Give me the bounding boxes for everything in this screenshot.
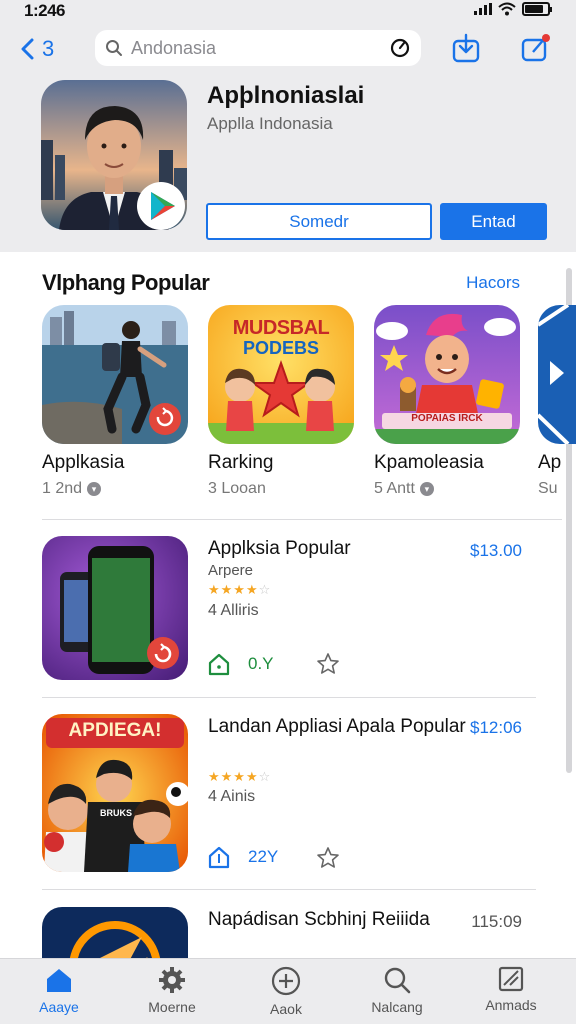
card-thumbnail (42, 305, 188, 444)
divider (42, 519, 562, 520)
card-banner-top: MUDSBAL (232, 317, 330, 339)
card-meta: Su (538, 480, 576, 498)
tab-label: Anmads (485, 997, 537, 1013)
popular-card[interactable]: MUDSBAL PODEBS Rarking 3 Looan (208, 305, 354, 498)
divider (42, 889, 536, 890)
card-meta-text: 5 Antt (374, 480, 415, 497)
voice-search-icon[interactable] (389, 37, 411, 59)
rating-count: 4 Alliris (208, 602, 259, 619)
shirt-text: BRUKS (99, 808, 132, 818)
tab-add[interactable]: Aaok (236, 965, 336, 1017)
card-meta: 3 Looan (208, 480, 354, 498)
info-icon: ▾ (87, 482, 102, 496)
tab-bar: Aaaye Moerne Aaok Nalcang Anmads (0, 958, 576, 1024)
rating-count: 4 Ainis (208, 788, 256, 805)
list-item-developer: Arpere (208, 562, 254, 579)
tab-label: Aaaye (39, 999, 79, 1015)
card-meta-text: 1 2nd (42, 480, 83, 497)
game-image (42, 907, 188, 958)
list-item-time: 115:09 (471, 912, 522, 931)
tab-label: Moerne (148, 999, 196, 1015)
edit-icon[interactable] (519, 32, 551, 64)
card-banner: POPAIAS IRCK (411, 413, 483, 424)
app-title: Apþlnoniaslai (207, 82, 365, 109)
card-name: Rarking (208, 452, 274, 473)
card-meta-text: 3 Looan (208, 480, 266, 497)
star-outline-icon[interactable] (316, 652, 340, 676)
list-item[interactable]: Applksia Popular Arpere ★★★★☆ 4 Alliris … (42, 536, 542, 686)
house-icon (208, 653, 230, 676)
app-icon[interactable] (41, 80, 187, 230)
plus-circle-icon (271, 966, 301, 996)
list-item-title: Applksia Popular (208, 538, 351, 559)
list-item-title: Landan Appliasi Apala Popular (208, 716, 466, 737)
signal-icon (474, 3, 492, 15)
tab-search[interactable]: Nalcang (347, 965, 447, 1015)
app-header: 3 Andonasia Apþlnoniaslai Applla Indonas… (0, 22, 576, 252)
section-see-all-link[interactable]: Hacors (466, 273, 520, 293)
star-outline-icon[interactable] (316, 846, 340, 870)
size-info: 22Y (208, 845, 278, 869)
star-rating: ★★★★☆ (208, 769, 272, 784)
card-thumbnail: POPAIAS IRCK (374, 305, 520, 444)
popular-card[interactable]: POPAIAS IRCK Kpamoleasia 5 Antt ▾ (374, 305, 520, 498)
size-text: 22Y (248, 847, 279, 866)
wifi-icon (498, 2, 516, 16)
list-item-thumbnail: APDIEGA! BRUKS (42, 714, 188, 872)
card-name: Kpamoleasia (374, 452, 484, 473)
search-bar[interactable]: Andonasia (95, 30, 421, 66)
popular-card[interactable]: Ap Su (538, 305, 576, 498)
card-thumbnail: MUDSBAL PODEBS (208, 305, 354, 444)
tab-label: Nalcang (371, 999, 423, 1015)
download-icon[interactable] (450, 32, 482, 64)
secondary-button[interactable]: Somedr (206, 203, 432, 240)
section-title: Vlphang Popular (42, 270, 210, 295)
status-icons (474, 2, 552, 16)
list-item[interactable]: APDIEGA! BRUKS Landan Appliasi Apala Pop… (42, 714, 542, 874)
card-meta-text: Su (538, 480, 558, 497)
card-banner-bottom: PODEBS (242, 338, 320, 358)
gear-icon (159, 967, 185, 993)
search-placeholder: Andonasia (131, 37, 217, 58)
card-meta: 5 Antt ▾ (374, 480, 520, 498)
list-item-title: Napádisan Scbhinj Reiiida (208, 909, 430, 930)
chevron-left-icon (21, 38, 34, 60)
refresh-badge-icon (147, 637, 179, 669)
battery-icon (522, 2, 552, 16)
card-image-play (538, 305, 570, 444)
house-icon (208, 846, 230, 869)
size-text: 0.Y (248, 654, 274, 673)
card-meta: 1 2nd ▾ (42, 480, 188, 498)
card-name: Ap (538, 452, 562, 473)
search-icon (384, 967, 411, 994)
divider (42, 697, 536, 698)
popular-card[interactable]: Applkasia 1 2nd ▾ (42, 305, 188, 498)
image-box-icon (498, 966, 524, 992)
info-icon: ▾ (419, 482, 434, 496)
status-time: 1:246 (24, 1, 65, 20)
primary-button[interactable]: Entad (440, 203, 547, 240)
card-thumbnail (538, 305, 576, 444)
app-subtitle: Applla Indonasia (207, 114, 333, 133)
card-image-hiker (42, 305, 188, 444)
tab-label: Aaok (270, 1001, 302, 1017)
list-item-thumbnail (42, 536, 188, 680)
status-bar: 1:246 (0, 0, 576, 22)
poster-title: APDIEGA! (68, 720, 162, 741)
star-rating: ★★★★☆ (208, 582, 272, 597)
home-icon (47, 969, 71, 992)
list-item[interactable]: Napádisan Scbhinj Reiiida 115:09 (42, 907, 542, 958)
card-name: Applkasia (42, 452, 125, 473)
price-label[interactable]: $13.00 (470, 541, 522, 561)
tab-settings[interactable]: Moerne (122, 965, 222, 1015)
tab-media[interactable]: Anmads (461, 965, 561, 1013)
price-label[interactable]: $12:06 (470, 718, 522, 738)
back-label: 3 (42, 36, 55, 61)
size-info: 0.Y (208, 652, 274, 676)
search-icon (106, 40, 122, 56)
app-icon-portrait (41, 80, 187, 230)
back-button[interactable]: 3 (20, 36, 54, 62)
tab-home[interactable]: Aaaye (9, 965, 109, 1015)
list-item-thumbnail (42, 907, 188, 958)
